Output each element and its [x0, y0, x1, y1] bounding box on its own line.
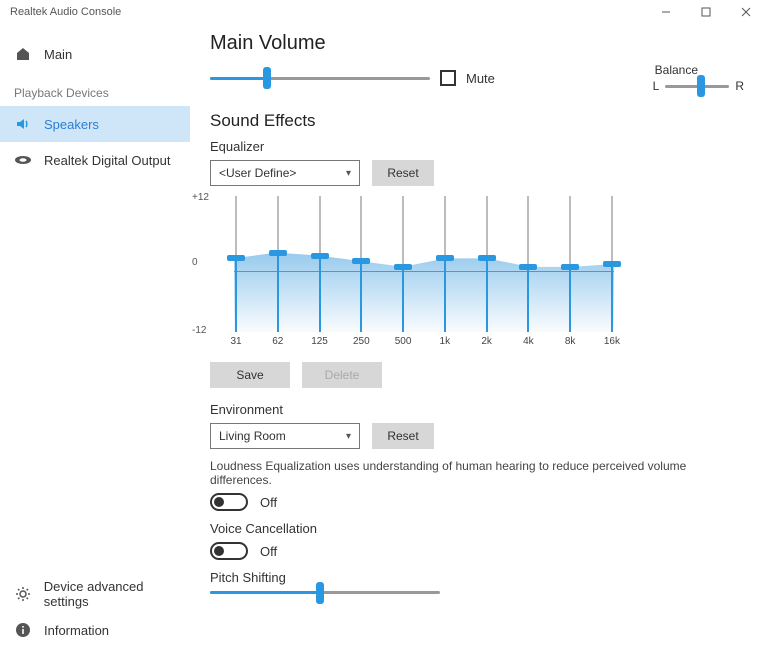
eq-axis-mid: 0: [192, 257, 198, 268]
equalizer-preset-value: <User Define>: [219, 166, 296, 180]
sound-effects-heading: Sound Effects: [210, 111, 744, 131]
main-volume-heading: Main Volume: [210, 32, 744, 55]
eq-axis-bot: -12: [192, 325, 206, 336]
pitch-label: Pitch Shifting: [210, 570, 744, 585]
eq-band-label: 250: [353, 336, 370, 347]
eq-band[interactable]: 4k: [526, 196, 530, 332]
balance-left-label: L: [653, 79, 660, 93]
sidebar-item-info[interactable]: Information: [0, 612, 190, 648]
equalizer-label: Equalizer: [210, 139, 744, 154]
eq-band-label: 16k: [604, 336, 620, 347]
eq-band[interactable]: 1k: [443, 196, 447, 332]
loudness-state: Off: [260, 495, 277, 510]
voice-cancel-state: Off: [260, 544, 277, 559]
optical-icon: [14, 151, 32, 169]
eq-band[interactable]: 8k: [568, 196, 572, 332]
home-icon: [14, 45, 32, 63]
pitch-slider[interactable]: [210, 591, 440, 594]
eq-band-label: 500: [395, 336, 412, 347]
eq-band-label: 125: [311, 336, 328, 347]
title-bar: Realtek Audio Console: [0, 0, 768, 24]
environment-label: Environment: [210, 402, 744, 417]
loudness-description: Loudness Equalization uses understanding…: [210, 459, 744, 487]
main-volume-slider[interactable]: [210, 77, 430, 80]
equalizer-chart: +12 0 -12 31621252505001k2k4k8k16k: [214, 196, 614, 346]
equalizer-preset-select[interactable]: <User Define> ▾: [210, 160, 360, 186]
equalizer-reset-button[interactable]: Reset: [372, 160, 434, 186]
content-pane: Main Volume Mute Balance L R Sound Effec…: [190, 24, 768, 658]
sidebar: Main Playback Devices Speakers Realtek D…: [0, 24, 190, 658]
voice-cancel-label: Voice Cancellation: [210, 521, 744, 536]
close-button[interactable]: [726, 0, 766, 24]
eq-band[interactable]: 31: [234, 196, 238, 332]
mute-checkbox[interactable]: [440, 70, 456, 86]
mute-label: Mute: [466, 71, 495, 86]
eq-band-label: 1k: [440, 336, 451, 347]
environment-select[interactable]: Living Room ▾: [210, 423, 360, 449]
balance-right-label: R: [735, 79, 744, 93]
eq-band[interactable]: 250: [359, 196, 363, 332]
eq-band-label: 62: [272, 336, 283, 347]
balance-control: Balance L R: [653, 63, 744, 93]
sidebar-item-main[interactable]: Main: [0, 36, 190, 72]
sidebar-item-label: Device advanced settings: [44, 579, 190, 609]
environment-reset-button[interactable]: Reset: [372, 423, 434, 449]
equalizer-save-button[interactable]: Save: [210, 362, 290, 388]
loudness-toggle[interactable]: [210, 493, 248, 511]
eq-band[interactable]: 500: [401, 196, 405, 332]
balance-slider[interactable]: [665, 85, 729, 88]
sidebar-item-speakers[interactable]: Speakers: [0, 106, 190, 142]
sidebar-item-digital-output[interactable]: Realtek Digital Output: [0, 142, 190, 178]
voice-cancel-toggle[interactable]: [210, 542, 248, 560]
environment-value: Living Room: [219, 429, 286, 443]
sidebar-item-label: Information: [44, 623, 109, 638]
speaker-icon: [14, 115, 32, 133]
eq-band[interactable]: 125: [318, 196, 322, 332]
eq-band-label: 8k: [565, 336, 576, 347]
sidebar-section-header: Playback Devices: [0, 72, 190, 106]
gear-icon: [14, 585, 32, 603]
minimize-button[interactable]: [646, 0, 686, 24]
eq-band-label: 4k: [523, 336, 534, 347]
maximize-button[interactable]: [686, 0, 726, 24]
eq-band-label: 2k: [481, 336, 492, 347]
sidebar-item-label: Main: [44, 47, 72, 62]
equalizer-delete-button[interactable]: Delete: [302, 362, 382, 388]
eq-band-label: 31: [230, 336, 241, 347]
window-title: Realtek Audio Console: [10, 6, 121, 18]
sidebar-item-advanced[interactable]: Device advanced settings: [0, 576, 190, 612]
info-icon: [14, 621, 32, 639]
eq-axis-top: +12: [192, 192, 209, 203]
chevron-down-icon: ▾: [346, 431, 351, 442]
eq-band[interactable]: 2k: [485, 196, 489, 332]
sidebar-item-label: Realtek Digital Output: [44, 153, 170, 168]
eq-band[interactable]: 62: [276, 196, 280, 332]
sidebar-item-label: Speakers: [44, 117, 99, 132]
eq-band[interactable]: 16k: [610, 196, 614, 332]
chevron-down-icon: ▾: [346, 168, 351, 179]
